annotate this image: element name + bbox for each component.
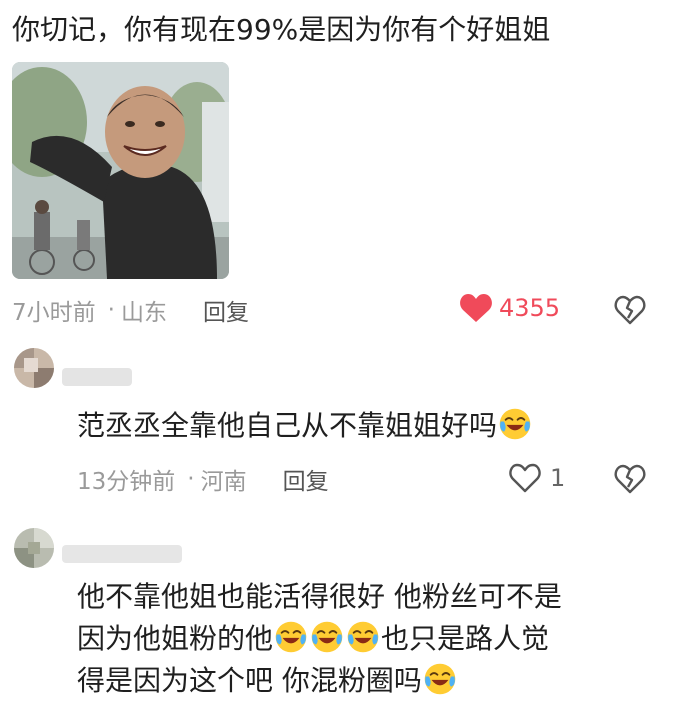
post-location: 山东 (120, 300, 167, 326)
reply-button[interactable]: 回复 (203, 293, 249, 327)
post-image[interactable] (12, 62, 229, 279)
meta-separator: · (187, 466, 195, 492)
heart-filled-icon (459, 293, 493, 323)
reply-segment: 得是因为这个吧 你混粉圈吗 (77, 664, 422, 697)
reply-line: 他不靠他姐也能活得很好 他粉丝可不是 (77, 580, 562, 613)
heart-outline-icon (508, 463, 542, 493)
tears-of-joy-emoji (274, 620, 308, 654)
reply-text: 他不靠他姐也能活得很好 他粉丝可不是 因为他姐粉的他 也只是路人觉 得是因为这个吧… (77, 576, 562, 702)
broken-heart-icon (614, 464, 646, 494)
reply-location: 河南 (200, 469, 247, 495)
like-count: 1 (550, 464, 566, 492)
post-time: 7小时前 (12, 300, 96, 326)
like-button[interactable]: 1 (508, 463, 565, 493)
reply-text-body: 范丞丞全靠他自己从不靠姐姐好吗 (77, 409, 498, 442)
post-text: 你切记，你有现在99%是因为你有个好姐姐 (12, 13, 551, 46)
reply-segment: 也只是路人觉 (381, 622, 550, 655)
reply-segment: 因为他姐粉的他 (77, 622, 274, 655)
dislike-button[interactable] (614, 464, 646, 494)
tears-of-joy-emoji (423, 662, 457, 696)
reply-meta: 13分钟前 · 河南 回复 (77, 462, 329, 496)
dislike-button[interactable] (614, 295, 646, 325)
avatar[interactable] (14, 528, 54, 568)
post-meta: 7小时前 · 山东 回复 (12, 293, 249, 327)
meta-separator: · (107, 297, 115, 323)
reply-button[interactable]: 回复 (283, 462, 329, 496)
tears-of-joy-emoji (498, 407, 532, 441)
username-blurred[interactable] (62, 368, 132, 386)
like-count: 4355 (499, 294, 561, 322)
like-button[interactable]: 4355 (459, 293, 560, 323)
tears-of-joy-emoji (310, 620, 344, 654)
reply-text: 范丞丞全靠他自己从不靠姐姐好吗 (77, 405, 533, 447)
tears-of-joy-emoji (346, 620, 380, 654)
reply-line: 得是因为这个吧 你混粉圈吗 (77, 660, 562, 702)
meme-photo (12, 62, 229, 279)
avatar[interactable] (14, 348, 54, 388)
reply-time: 13分钟前 (77, 469, 176, 495)
username-blurred[interactable] (62, 545, 182, 563)
broken-heart-icon (614, 295, 646, 325)
reply-line: 因为他姐粉的他 也只是路人觉 (77, 618, 562, 660)
